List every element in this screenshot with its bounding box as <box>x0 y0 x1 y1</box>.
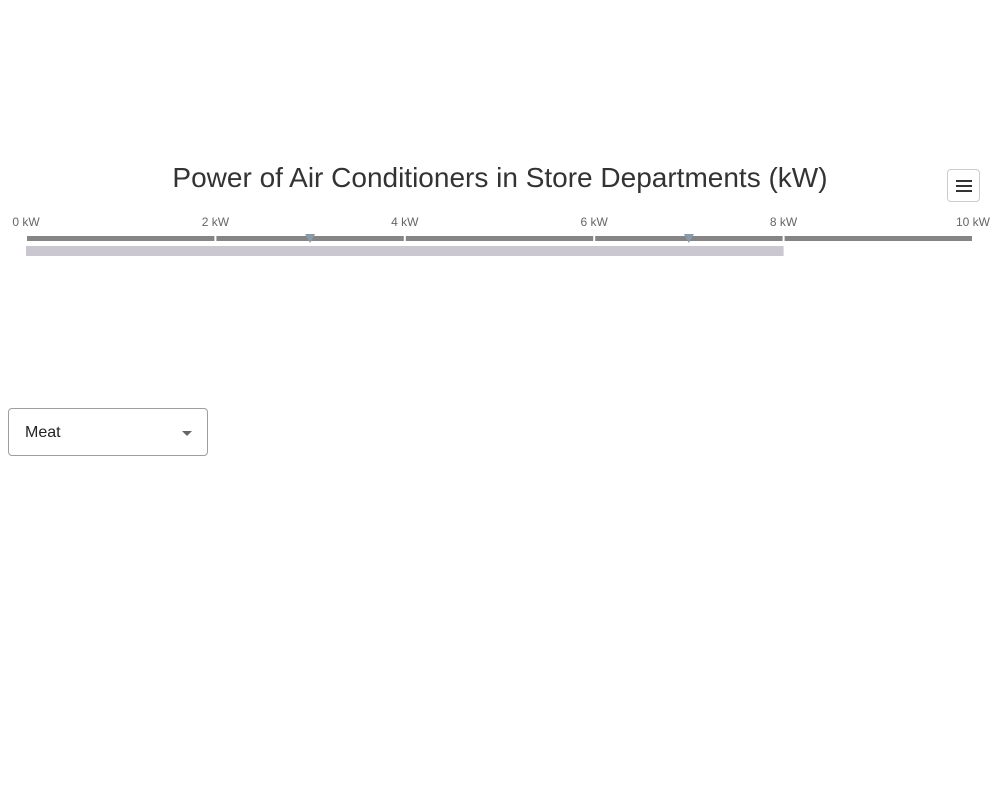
tick-label: 0 kW <box>12 215 40 229</box>
band-segment <box>784 236 972 241</box>
band-segment <box>27 236 215 241</box>
tick-label: 4 kW <box>391 215 419 229</box>
band-segment <box>405 236 594 241</box>
value-bar <box>26 246 784 256</box>
department-select[interactable]: Meat <box>8 408 208 456</box>
tick-label: 10 kW <box>956 215 991 229</box>
tick-label: 2 kW <box>202 215 230 229</box>
hamburger-icon-line <box>956 190 972 192</box>
tick-label: 6 kW <box>581 215 609 229</box>
hamburger-icon-line <box>956 185 972 187</box>
bullet-chart: 0 kW 2 kW 4 kW 6 kW 8 kW 10 kW <box>12 215 991 256</box>
department-select-value: Meat <box>25 424 61 441</box>
tick-label: 8 kW <box>770 215 798 229</box>
chevron-down-icon <box>182 431 192 436</box>
chart-menu-button[interactable] <box>947 169 980 202</box>
hamburger-icon <box>956 180 972 182</box>
chart-title: Power of Air Conditioners in Store Depar… <box>172 162 828 193</box>
